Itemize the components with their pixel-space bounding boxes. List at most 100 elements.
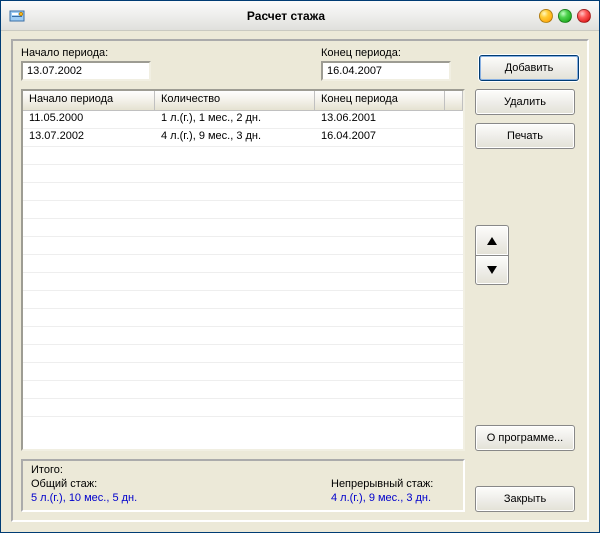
cell-end [315, 381, 445, 398]
table-row [23, 309, 463, 327]
zoom-button[interactable] [558, 9, 572, 23]
main-row: Начало периода Количество Конец периода … [21, 89, 579, 451]
delete-button[interactable]: Удалить [475, 89, 575, 115]
table-row [23, 255, 463, 273]
total-stage-label: Общий стаж: [31, 478, 331, 490]
cell-end [315, 273, 445, 290]
cell-quantity [155, 399, 315, 416]
cell-quantity [155, 381, 315, 398]
cell-end [315, 183, 445, 200]
cell-end: 16.04.2007 [315, 129, 445, 146]
cell-quantity: 1 л.(г.), 1 мес., 2 дн. [155, 111, 315, 128]
cell-start [23, 399, 155, 416]
cell-end [315, 255, 445, 272]
cell-quantity [155, 201, 315, 218]
cell-filler [445, 273, 463, 290]
cell-end [315, 147, 445, 164]
col-header-filler [445, 91, 463, 110]
cell-filler [445, 381, 463, 398]
table-row [23, 381, 463, 399]
continuous-stage-label: Непрерывный стаж: [331, 478, 455, 490]
cell-end [315, 345, 445, 362]
cell-end [315, 363, 445, 380]
cell-quantity [155, 147, 315, 164]
cell-filler [445, 129, 463, 146]
cell-quantity: 4 л.(г.), 9 мес., 3 дн. [155, 129, 315, 146]
cell-quantity [155, 273, 315, 290]
cell-filler [445, 309, 463, 326]
print-button[interactable]: Печать [475, 123, 575, 149]
cell-quantity [155, 291, 315, 308]
table-row [23, 291, 463, 309]
table-header: Начало периода Количество Конец периода [23, 91, 463, 111]
cell-end [315, 399, 445, 416]
continuous-stage-value: 4 л.(г.), 9 мес., 3 дн. [331, 492, 455, 504]
move-down-button[interactable] [475, 255, 509, 285]
table-row [23, 183, 463, 201]
table-row [23, 147, 463, 165]
cell-start [23, 255, 155, 272]
cell-filler [445, 165, 463, 182]
cell-filler [445, 363, 463, 380]
table-row[interactable]: 13.07.20024 л.(г.), 9 мес., 3 дн.16.04.2… [23, 129, 463, 147]
cell-filler [445, 147, 463, 164]
start-period-label: Начало периода: [21, 47, 151, 59]
table-row [23, 219, 463, 237]
side-button-column: Удалить Печать О программе... [475, 89, 579, 451]
cell-filler [445, 255, 463, 272]
bottom-row: Итого: Общий стаж: 5 л.(г.), 10 мес., 5 … [21, 459, 579, 512]
cell-filler [445, 345, 463, 362]
cell-start [23, 201, 155, 218]
cell-end [315, 327, 445, 344]
total-stage-value: 5 л.(г.), 10 мес., 5 дн. [31, 492, 331, 504]
periods-table: Начало периода Количество Конец периода … [21, 89, 465, 451]
cell-start [23, 219, 155, 236]
table-row [23, 165, 463, 183]
minimize-button[interactable] [539, 9, 553, 23]
cell-quantity [155, 237, 315, 254]
table-row [23, 345, 463, 363]
cell-filler [445, 183, 463, 200]
table-row [23, 237, 463, 255]
close-button[interactable]: Закрыть [475, 486, 575, 512]
cell-quantity [155, 363, 315, 380]
add-button[interactable]: Добавить [479, 55, 579, 81]
app-icon [9, 8, 25, 24]
cell-start [23, 291, 155, 308]
table-row [23, 273, 463, 291]
col-header-quantity[interactable]: Количество [155, 91, 315, 110]
move-up-button[interactable] [475, 225, 509, 255]
table-row [23, 327, 463, 345]
cell-start [23, 381, 155, 398]
arrow-down-icon [486, 264, 498, 276]
col-header-start[interactable]: Начало периода [23, 91, 155, 110]
table-row [23, 363, 463, 381]
cell-quantity [155, 183, 315, 200]
start-period-group: Начало периода: [21, 47, 151, 81]
cell-quantity [155, 255, 315, 272]
end-period-group: Конец периода: [321, 47, 451, 81]
col-header-end[interactable]: Конец периода [315, 91, 445, 110]
cell-quantity [155, 219, 315, 236]
table-row[interactable]: 11.05.20001 л.(г.), 1 мес., 2 дн.13.06.2… [23, 111, 463, 129]
cell-filler [445, 327, 463, 344]
client-area: Начало периода: Конец периода: Добавить … [1, 31, 599, 532]
end-period-input[interactable] [321, 61, 451, 81]
window-controls [539, 9, 591, 23]
cell-quantity [155, 309, 315, 326]
move-arrows [475, 225, 509, 285]
arrow-up-icon [486, 235, 498, 247]
cell-end [315, 201, 445, 218]
cell-start [23, 147, 155, 164]
close-window-button[interactable] [577, 9, 591, 23]
cell-end: 13.06.2001 [315, 111, 445, 128]
about-button[interactable]: О программе... [475, 425, 575, 451]
start-period-input[interactable] [21, 61, 151, 81]
cell-quantity [155, 165, 315, 182]
cell-end [315, 309, 445, 326]
window-title: Расчет стажа [33, 9, 539, 23]
cell-filler [445, 111, 463, 128]
titlebar: Расчет стажа [1, 1, 599, 31]
cell-end [315, 219, 445, 236]
cell-end [315, 165, 445, 182]
